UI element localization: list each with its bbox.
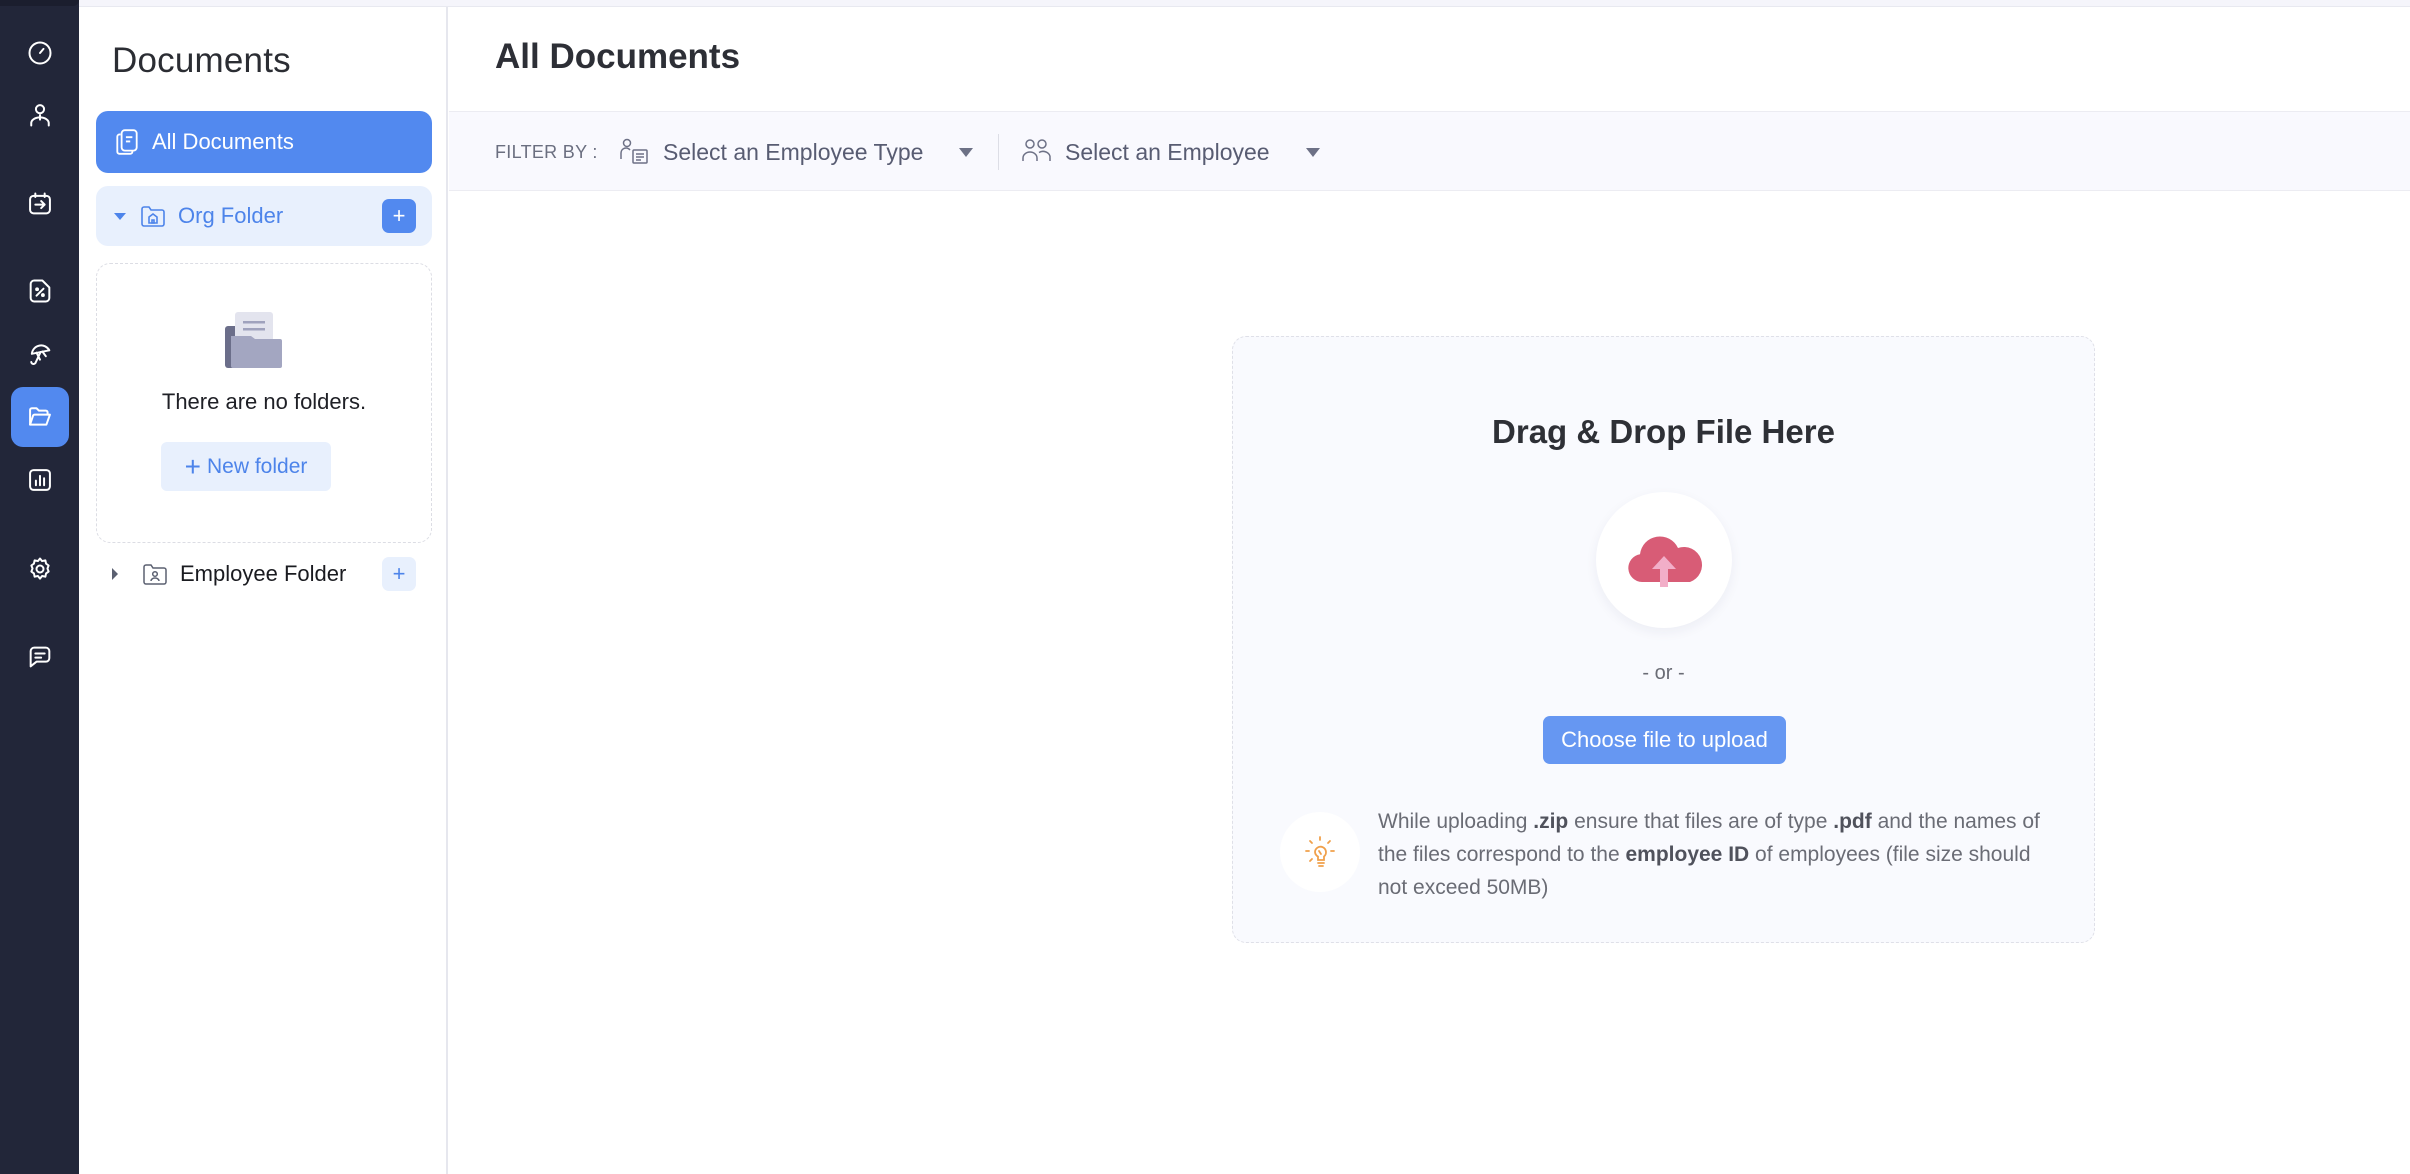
hint-badge (1280, 812, 1360, 892)
documents-panel: Documents All Documents Org Folder + The… (79, 7, 448, 1174)
employee-type-icon (620, 138, 648, 164)
employee-type-placeholder: Select an Employee Type (663, 138, 924, 165)
nav-chat[interactable] (11, 627, 69, 687)
all-documents-label: All Documents (152, 129, 294, 154)
nav-payroll[interactable] (11, 261, 69, 321)
percent-document-icon (29, 279, 51, 303)
empty-folder-illustration-icon (225, 312, 282, 368)
panel-title: Documents (112, 41, 291, 80)
hint-fragment: While uploading (1378, 810, 1534, 833)
employee-type-select[interactable]: Select an Employee Type (619, 130, 974, 174)
employee-placeholder: Select an Employee (1065, 138, 1270, 165)
documents-stack-icon (116, 129, 138, 155)
nav-leave[interactable] (11, 325, 69, 385)
chevron-down-icon (959, 147, 974, 157)
filter-bar: FILTER BY : Select an Employee Type Sele… (449, 111, 2410, 191)
lightbulb-icon (1305, 836, 1335, 867)
employee-folder-icon (143, 564, 167, 585)
choose-file-button[interactable]: Choose file to upload (1543, 716, 1786, 764)
upload-icon-badge (1596, 492, 1732, 628)
nav-employees[interactable] (11, 85, 69, 145)
org-folder-icon (141, 206, 165, 227)
empty-folders-box: There are no folders. + New folder (96, 263, 432, 543)
new-folder-label: New folder (206, 454, 308, 478)
org-folder-label: Org Folder (178, 203, 284, 228)
umbrella-leave-icon (30, 344, 51, 365)
org-folder-row[interactable]: Org Folder + (96, 186, 432, 246)
hint-fragment: ensure that files are of type (1568, 810, 1834, 833)
plus-icon: + (184, 450, 201, 482)
main-content: All Documents FILTER BY : Select an Empl… (449, 7, 2410, 1174)
hint-emphasis: .pdf (1833, 810, 1872, 833)
employee-folder-label: Employee Folder (180, 561, 347, 586)
new-folder-button[interactable]: + New folder (161, 442, 331, 491)
all-documents-button[interactable]: All Documents (96, 111, 432, 173)
dashboard-gauge-icon (28, 41, 52, 65)
drop-zone-title: Drag & Drop File Here (1492, 413, 1835, 450)
expand-caret-icon[interactable] (112, 568, 118, 580)
empty-folders-text: There are no folders. (161, 389, 367, 414)
upload-hint-text: While uploading .zip ensure that files a… (1378, 805, 2058, 904)
chat-icon (29, 646, 51, 668)
people-icon (1022, 139, 1051, 161)
cloud-upload-icon (1628, 536, 1703, 587)
collapse-caret-icon[interactable] (114, 212, 126, 220)
file-drop-zone[interactable]: Drag & Drop File Here - or - Choose file… (1232, 336, 2095, 943)
hint-emphasis: employee ID (1625, 843, 1750, 866)
hint-emphasis: .zip (1533, 810, 1569, 833)
app-nav-rail (0, 0, 79, 1174)
nav-reports[interactable] (11, 450, 69, 510)
filter-divider (998, 134, 999, 170)
or-separator: - or - (1642, 662, 1685, 684)
calendar-checkin-icon (29, 192, 51, 215)
user-icon (30, 104, 50, 127)
nav-documents[interactable] (11, 387, 69, 447)
page-title: All Documents (495, 37, 741, 76)
nav-dashboard[interactable] (11, 23, 69, 83)
folder-open-icon (29, 407, 51, 426)
add-org-folder-button[interactable]: + (382, 199, 416, 233)
filter-by-label: FILTER BY : (495, 142, 598, 162)
gear-icon (30, 557, 50, 580)
chevron-down-icon (1305, 147, 1320, 157)
top-strip (0, 0, 2410, 7)
bar-chart-icon (29, 469, 51, 491)
add-employee-folder-button[interactable]: + (382, 557, 416, 591)
employee-select[interactable]: Select an Employee (1021, 130, 1320, 174)
nav-settings[interactable] (11, 539, 69, 599)
employee-folder-row[interactable]: Employee Folder + (96, 549, 432, 599)
nav-attendance[interactable] (11, 174, 69, 234)
